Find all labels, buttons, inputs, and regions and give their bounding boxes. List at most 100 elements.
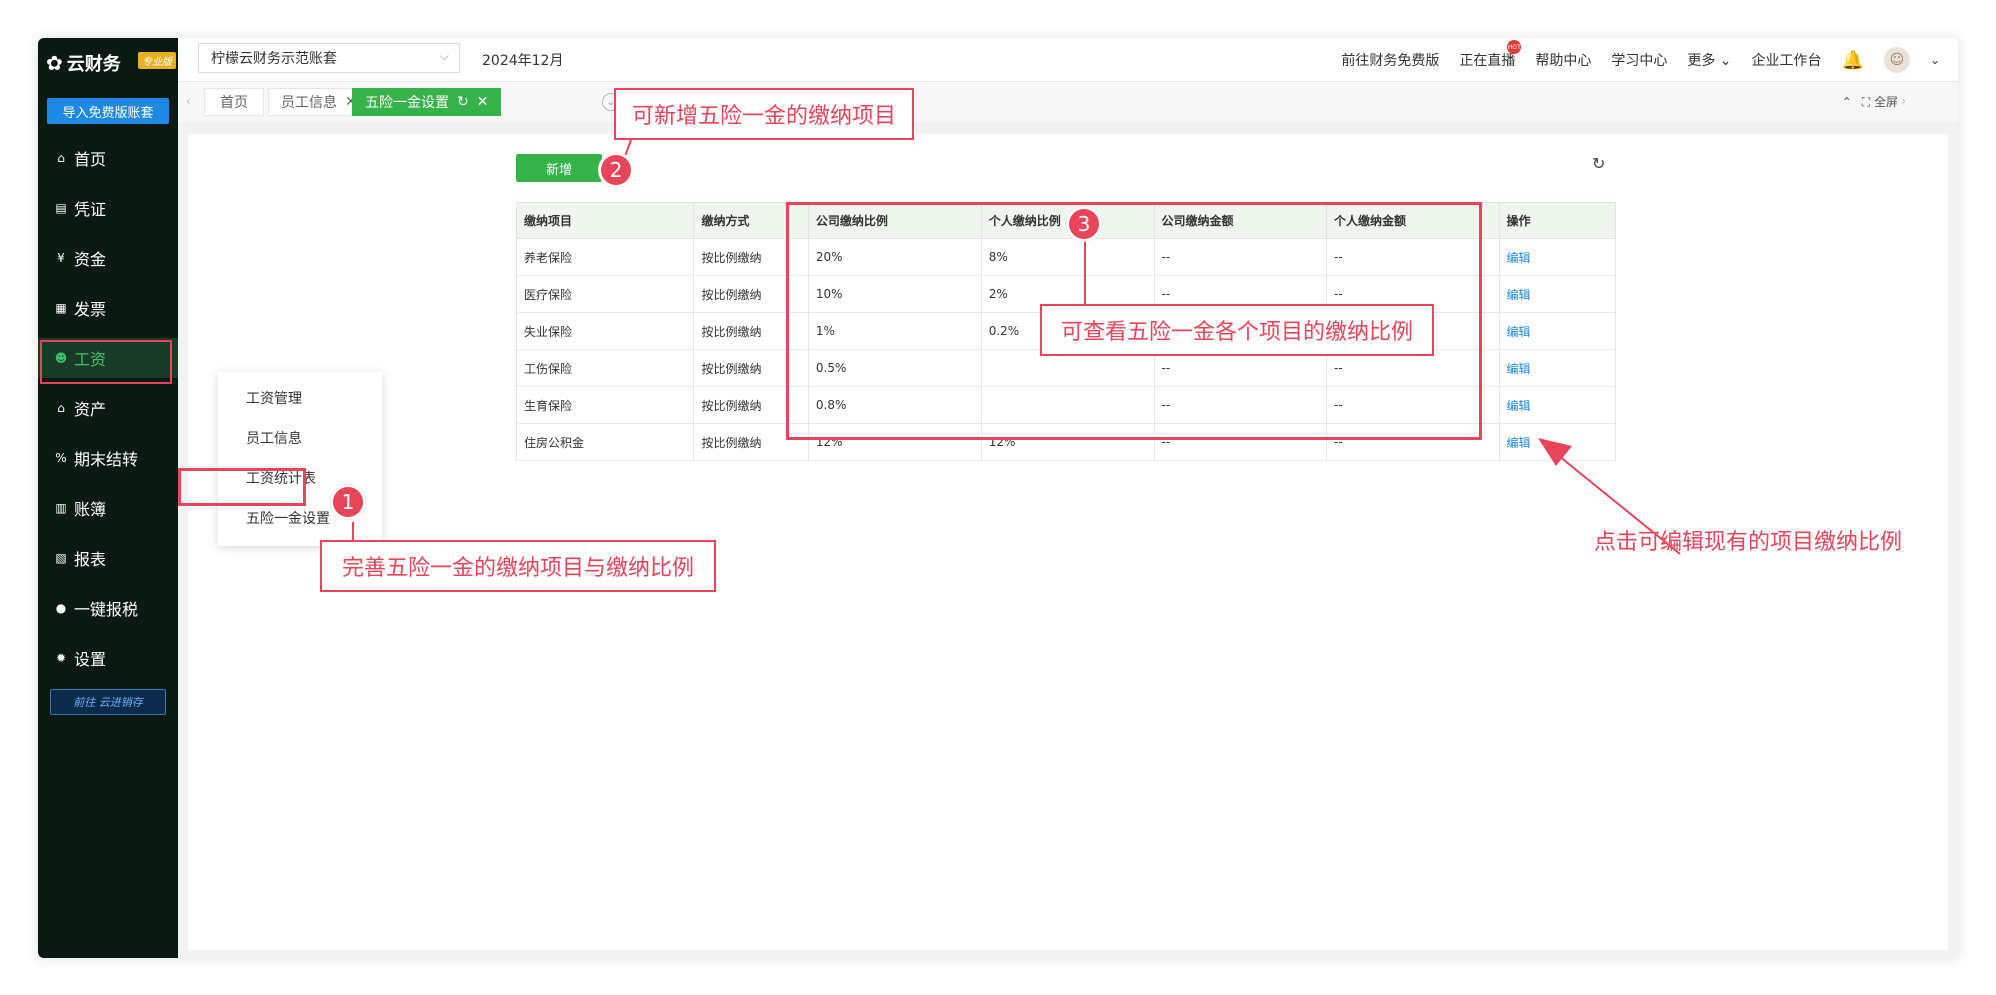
annotation-view-ratios: 可查看五险一金各个项目的缴纳比例 [1040, 304, 1434, 356]
submenu-pointer [210, 388, 218, 404]
step-badge-2: 2 [598, 152, 634, 188]
step-badge-3: 3 [1066, 206, 1102, 242]
table-cell: 生育保险 [515, 386, 695, 424]
close-icon[interactable]: ✕ [477, 94, 489, 110]
annotation-add-item: 可新增五险一金的缴纳项目 [614, 88, 914, 140]
chevron-down-icon[interactable]: ⌄ [1930, 53, 1940, 67]
fund-icon: ¥ [57, 251, 65, 265]
lemon-logo-icon: ✿ [46, 51, 63, 75]
link-help-center[interactable]: 帮助中心 [1535, 50, 1591, 70]
hot-badge: HOT [1507, 40, 1522, 54]
collapse-icon[interactable]: ⌃ [1842, 95, 1852, 109]
edit-link[interactable]: 编辑 [1498, 275, 1617, 313]
table-cell: 工伤保险 [515, 349, 695, 387]
sidebar-item-voucher[interactable]: ▤ 凭证 [38, 188, 178, 228]
report-icon: ▧ [55, 551, 67, 565]
tab-home[interactable]: 首页 [204, 88, 264, 116]
sidebar-item-fund[interactable]: ¥ 资金 [38, 238, 178, 278]
link-learning-center[interactable]: 学习中心 [1611, 50, 1667, 70]
submenu-item-insurance-settings[interactable]: 五险一金设置 [246, 508, 330, 528]
ledger-icon: ▥ [55, 501, 67, 515]
logo: ✿ 云财务 专业版 [46, 50, 176, 76]
voucher-icon: ▤ [55, 201, 67, 215]
tab-label: 五险一金设置 [365, 95, 449, 111]
invoice-icon: ▦ [55, 301, 67, 315]
sidebar-item-report[interactable]: ▧ 报表 [38, 538, 178, 578]
yunjin-link[interactable]: 前往 云进销存 [50, 689, 166, 715]
fullscreen-button[interactable]: ⛶ 全屏 [1862, 93, 1898, 110]
salary-submenu: 工资管理 员工信息 工资统计表 五险一金设置 [218, 372, 382, 546]
link-live[interactable]: 正在直播 HOT [1459, 40, 1522, 70]
edit-link[interactable]: 编辑 [1498, 238, 1617, 276]
sidebar-item-settings[interactable]: ✹ 设置 [38, 638, 178, 678]
column-header: 操作 [1498, 202, 1617, 239]
accounting-period: 2024年12月 [482, 53, 564, 69]
table-cell: 失业保险 [515, 312, 695, 350]
annotation-complete-settings: 完善五险一金的缴纳项目与缴纳比例 [320, 540, 716, 592]
add-button[interactable]: 新增 [516, 154, 602, 182]
sidebar-item-ledger[interactable]: ▥ 账簿 [38, 488, 178, 528]
tab-scroll-left-icon[interactable]: ‹ [186, 94, 191, 108]
link-free-version[interactable]: 前往财务免费版 [1341, 50, 1439, 70]
chevron-down-icon: ⌄ [1719, 53, 1732, 69]
link-more[interactable]: 更多 ⌄ [1687, 50, 1731, 70]
sidebar-item-label: 设置 [74, 650, 107, 669]
edition-badge: 专业版 [138, 52, 176, 69]
settings-icon: ✹ [55, 651, 67, 665]
tab-tools: ⌃ ⛶ 全屏 [1842, 93, 1898, 110]
table-cell: 养老保险 [515, 238, 695, 276]
top-bar: 柠檬云财务示范账套 ⌵ 2024年12月 前往财务免费版 正在直播 HOT 帮助… [178, 38, 1958, 82]
submenu-highlight-box [178, 468, 306, 506]
step-badge-1: 1 [330, 484, 366, 520]
tab-label: 员工信息 [281, 95, 337, 111]
sidebar-item-label: 报表 [74, 550, 107, 569]
sidebar-item-invoice[interactable]: ▦ 发票 [38, 288, 178, 328]
submenu-item-employee-info[interactable]: 员工信息 [246, 428, 302, 448]
sidebar-item-label: 期末结转 [74, 450, 139, 469]
logo-text: 云财务 [66, 54, 121, 75]
tab-label: 首页 [220, 95, 248, 111]
account-select-value: 柠檬云财务示范账套 [211, 51, 337, 67]
chevron-down-icon: ⌵ [439, 49, 449, 63]
salary-highlight-box [40, 340, 172, 384]
refresh-icon[interactable]: ↻ [1592, 154, 1605, 173]
table-cell: 医疗保险 [515, 275, 695, 313]
sidebar-item-label: 资产 [74, 400, 107, 419]
sidebar-item-period-closing[interactable]: % 期末结转 [38, 438, 178, 478]
sidebar-item-home[interactable]: ⌂ 首页 [38, 138, 178, 178]
sidebar-item-asset[interactable]: ⌂ 资产 [38, 388, 178, 428]
annotation-edit-ratio: 点击可编辑现有的项目缴纳比例 [1594, 530, 1903, 555]
account-select[interactable]: 柠檬云财务示范账套 ⌵ [198, 43, 460, 73]
tab-insurance-settings[interactable]: 五险一金设置 ↻ ✕ [352, 88, 502, 116]
link-enterprise-workbench[interactable]: 企业工作台 [1752, 50, 1822, 70]
tab-bar: ‹ 首页 员工信息 ✕ 五险一金设置 ↻ ✕ ⌄ › ⌃ ⛶ 全屏 [178, 82, 1958, 122]
edit-link[interactable]: 编辑 [1498, 386, 1617, 424]
sidebar-item-label: 账簿 [74, 500, 107, 519]
bell-icon[interactable]: 🔔 [1842, 50, 1864, 71]
tab-scroll-right-icon[interactable]: › [1901, 94, 1906, 108]
refresh-icon[interactable]: ↻ [457, 94, 469, 110]
column-header: 缴纳项目 [515, 202, 695, 239]
table-cell: 住房公积金 [515, 423, 695, 461]
connector-line-3 [1084, 242, 1086, 306]
sidebar-item-label: 凭证 [74, 200, 107, 219]
app-window: ✿ 云财务 专业版 导入免费版账套 ⌂ 首页 ▤ 凭证 ¥ 资金 ▦ 发票 ☻ 工资 ⌂ 资产% 期末结… [38, 38, 1958, 958]
sidebar-item-label: 首页 [74, 150, 107, 169]
sidebar-item-label: 发票 [74, 300, 107, 319]
tax-icon: ● [55, 601, 67, 615]
sidebar-item-one-click-tax[interactable]: ● 一键报税 [38, 588, 178, 628]
fullscreen-label: 全屏 [1873, 95, 1898, 109]
sidebar: ✿ 云财务 专业版 导入免费版账套 ⌂ 首页 ▤ 凭证 ¥ 资金 ▦ 发票 ☻ 工资 ⌂ 资产% 期末结… [38, 38, 178, 958]
submenu-item-salary-management[interactable]: 工资管理 [246, 388, 302, 408]
edit-link[interactable]: 编辑 [1498, 349, 1617, 387]
home-icon: ⌂ [57, 151, 65, 165]
asset-icon: ⌂ [57, 401, 65, 415]
import-free-account-button[interactable]: 导入免费版账套 [47, 98, 169, 124]
top-links: 前往财务免费版 正在直播 HOT 帮助中心 学习中心 更多 ⌄ 企业工作台 🔔 … [1341, 38, 1940, 82]
avatar[interactable]: ☺ [1883, 47, 1910, 73]
edit-link[interactable]: 编辑 [1498, 312, 1617, 350]
link-live-label: 正在直播 [1459, 53, 1516, 69]
link-more-label: 更多 [1687, 53, 1716, 69]
sidebar-item-label: 一键报税 [74, 600, 139, 619]
closing-icon: % [55, 451, 67, 465]
